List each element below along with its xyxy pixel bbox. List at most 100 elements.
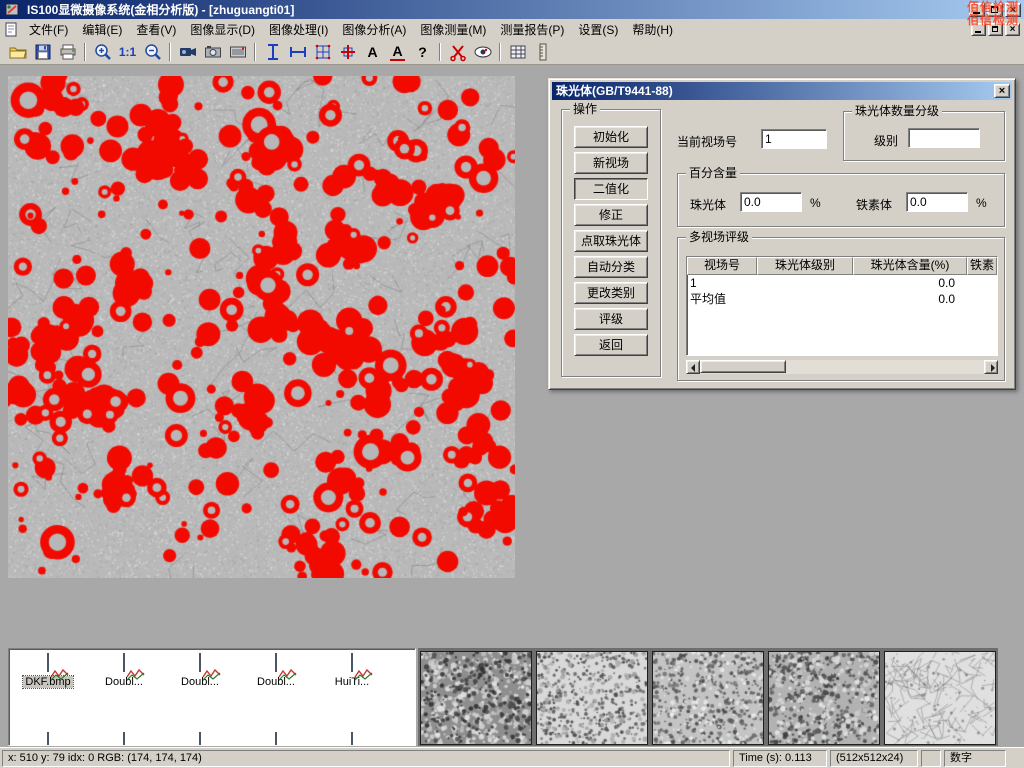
status-position: x: 510 y: 79 idx: 0 RGB: (174, 174, 174)	[2, 750, 730, 767]
file-item[interactable]: BMP Doubl...	[163, 654, 237, 690]
file-item[interactable]: BMP HuiTi...	[315, 654, 389, 690]
cut-button[interactable]	[445, 41, 470, 63]
maximize-button[interactable]	[987, 3, 1003, 17]
measure-grid-button[interactable]	[310, 41, 335, 63]
return-button[interactable]: 返回	[574, 334, 648, 356]
application-window: IS100显微摄像系统(金相分析版) - [zhuguangti01] × 佰信…	[0, 0, 1024, 768]
red-underline	[390, 59, 404, 61]
menu-item-measure-report[interactable]: 测量报告(P)	[493, 18, 571, 41]
file-item-partial[interactable]: BMP	[239, 733, 313, 746]
initialize-button[interactable]: 初始化	[574, 126, 648, 148]
menu-item-image-measure[interactable]: 图像测量(M)	[413, 18, 493, 41]
thumbnail-2[interactable]	[536, 651, 648, 745]
rating-table-header: 视场号 珠光体级别 珠光体含量(%) 铁素	[687, 257, 997, 275]
micrograph-image[interactable]	[8, 76, 515, 578]
menu-item-file[interactable]: 文件(F)	[22, 18, 75, 41]
menu-item-view[interactable]: 查看(V)	[129, 18, 183, 41]
menu-item-help[interactable]: 帮助(H)	[625, 18, 680, 41]
new-field-button[interactable]: 新视场	[574, 152, 648, 174]
ruler-button[interactable]	[530, 41, 555, 63]
file-item-partial[interactable]: BMP	[163, 733, 237, 746]
bmp-file-icon: BMP	[199, 653, 201, 672]
menu-item-edit[interactable]: 编辑(E)	[75, 18, 129, 41]
rating-table: 视场号 珠光体级别 珠光体含量(%) 铁素 1 0.0 平均值 0.0	[686, 256, 998, 356]
scrollbar-thumb[interactable]	[700, 360, 786, 373]
measure-vertical-button[interactable]	[260, 41, 285, 63]
grade-label: 级别	[874, 132, 898, 149]
binarize-button[interactable]: 二值化	[574, 178, 648, 200]
mdi-close-button[interactable]: ×	[1005, 23, 1020, 36]
scrollbar-track[interactable]	[700, 360, 984, 374]
help-button[interactable]: ?	[410, 41, 435, 63]
grid-button[interactable]	[505, 41, 530, 63]
table-row[interactable]: 1 0.0	[687, 275, 997, 291]
col-field-number[interactable]: 视场号	[687, 257, 757, 275]
text-annotation-button[interactable]: A	[385, 41, 410, 63]
measure-cross-button[interactable]	[335, 41, 360, 63]
scroll-right-button[interactable]	[984, 360, 998, 374]
col-ferrite[interactable]: 铁素	[967, 257, 997, 275]
pick-pearlite-button[interactable]: 点取珠光体	[574, 230, 648, 252]
zoom-out-button[interactable]	[140, 41, 165, 63]
rate-button[interactable]: 评级	[574, 308, 648, 330]
col-pearlite-grade[interactable]: 珠光体级别	[757, 257, 853, 275]
file-item[interactable]: BMP Doubl...	[87, 654, 161, 690]
current-field-label: 当前视场号	[677, 133, 737, 150]
video-capture-button[interactable]	[175, 41, 200, 63]
col-pearlite-content[interactable]: 珠光体含量(%)	[853, 257, 967, 275]
camera-button[interactable]	[200, 41, 225, 63]
table-horizontal-scrollbar[interactable]	[686, 360, 998, 374]
file-item-partial[interactable]: BMP	[87, 733, 161, 746]
zoom-in-button[interactable]	[90, 41, 115, 63]
grid-icon	[508, 42, 528, 62]
save-button[interactable]	[30, 41, 55, 63]
menu-item-settings[interactable]: 设置(S)	[571, 18, 625, 41]
file-item-partial[interactable]: BMP	[315, 733, 389, 746]
file-item[interactable]: BMP Doubl...	[239, 654, 313, 690]
menu-item-image-analysis[interactable]: 图像分析(A)	[335, 18, 413, 41]
dialog-title-bar[interactable]: 珠光体(GB/T9441-88) ×	[552, 82, 1012, 100]
auto-classify-button[interactable]: 自动分类	[574, 256, 648, 278]
cell-grade	[757, 291, 853, 307]
thumbnail-4[interactable]	[768, 651, 880, 745]
image-capture-button[interactable]	[225, 41, 250, 63]
dialog-title: 珠光体(GB/T9441-88)	[556, 84, 673, 98]
open-button[interactable]	[5, 41, 30, 63]
menu-item-image-process[interactable]: 图像处理(I)	[262, 18, 335, 41]
preview-button[interactable]	[470, 41, 495, 63]
actual-size-button[interactable]: 1:1	[115, 41, 140, 63]
thumbnail-5[interactable]	[884, 651, 996, 745]
cell-ferrite	[967, 291, 997, 307]
menu-item-image-display[interactable]: 图像显示(D)	[183, 18, 262, 41]
current-field-input[interactable]	[761, 129, 827, 149]
close-icon: ×	[1010, 4, 1016, 16]
mdi-minimize-button[interactable]	[971, 23, 986, 36]
thumbnail-1[interactable]	[420, 651, 532, 745]
measure-horizontal-button[interactable]	[285, 41, 310, 63]
scroll-left-button[interactable]	[686, 360, 700, 374]
change-class-button[interactable]: 更改类别	[574, 282, 648, 304]
pearlite-dialog: 珠光体(GB/T9441-88) × 操作 初始化 新视场 二值化 修正 点取珠…	[548, 78, 1016, 390]
ferrite-percent-input[interactable]	[906, 192, 968, 212]
title-bar[interactable]: IS100显微摄像系统(金相分析版) - [zhuguangti01] ×	[0, 0, 1024, 19]
multifield-group-label: 多视场评级	[686, 230, 752, 244]
minimize-button[interactable]	[969, 3, 985, 17]
file-item[interactable]: BMP DKF.bmp	[11, 654, 85, 690]
pearlite-label: 珠光体	[690, 196, 726, 213]
text-label-button[interactable]: A	[360, 41, 385, 63]
dialog-close-button[interactable]: ×	[994, 84, 1010, 98]
window-title: IS100显微摄像系统(金相分析版) - [zhuguangti01]	[27, 1, 294, 18]
document-icon[interactable]	[4, 22, 20, 38]
grade-input[interactable]	[908, 128, 980, 148]
file-item-partial[interactable]: BMP	[11, 733, 85, 746]
correct-button[interactable]: 修正	[574, 204, 648, 226]
eye-icon	[473, 42, 493, 62]
close-button[interactable]: ×	[1005, 3, 1021, 17]
toolbar: 1:1 A A ?	[0, 40, 1024, 65]
print-button[interactable]	[55, 41, 80, 63]
pearlite-percent-input[interactable]	[740, 192, 802, 212]
cell-content: 0.0	[853, 275, 967, 291]
mdi-restore-button[interactable]	[988, 23, 1003, 36]
table-row[interactable]: 平均值 0.0	[687, 291, 997, 307]
thumbnail-3[interactable]	[652, 651, 764, 745]
